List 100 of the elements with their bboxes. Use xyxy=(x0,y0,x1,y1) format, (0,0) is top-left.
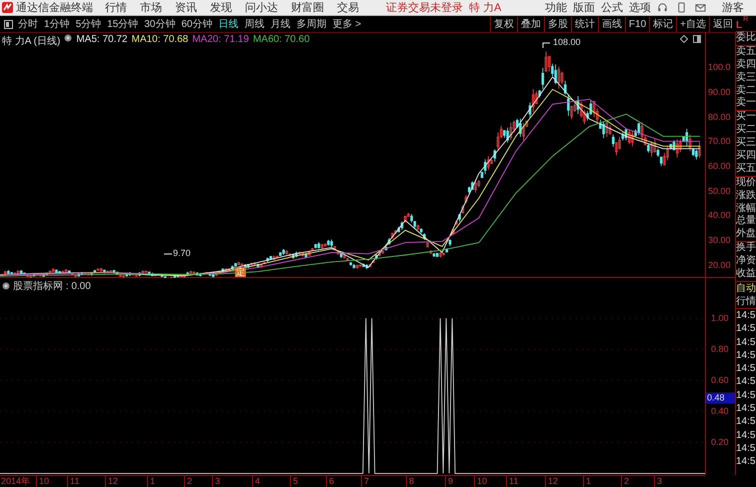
trade-time: 14:5 xyxy=(736,402,756,416)
tool-button[interactable]: 画线 xyxy=(598,16,625,32)
indicator-title: 股票指标网 : 0.00 xyxy=(13,280,91,293)
period-tab[interactable]: 分时 xyxy=(18,17,38,31)
price-low-label: 9.70 xyxy=(173,248,191,258)
indicator-axis-label: 0.20 xyxy=(711,437,729,448)
menu-item[interactable]: 公式 xyxy=(601,0,623,15)
price-axis-label: 70.00 xyxy=(708,136,731,146)
quote-label: 卖四 xyxy=(736,58,756,72)
ma-value: MA60: 70.60 xyxy=(252,34,310,47)
period-tab[interactable]: 周线 xyxy=(244,17,264,31)
menu-item[interactable]: 选项 xyxy=(629,0,651,15)
quote-label: 买四 xyxy=(736,150,756,163)
menu-item[interactable]: 问小达 xyxy=(245,0,278,15)
quote-label: 卖五 xyxy=(736,46,756,58)
time-axis-label: 12 xyxy=(545,476,558,487)
quote-label: 现价 xyxy=(736,176,756,190)
time-axis-label: 4 xyxy=(252,476,260,487)
indicator-axis-label: 0.80 xyxy=(711,344,729,354)
tool-button[interactable]: 复权 xyxy=(490,16,517,32)
quote-label: 买三 xyxy=(736,137,756,150)
time-axis-label: 11 xyxy=(506,476,518,487)
menu-item[interactable]: 资讯 xyxy=(175,0,197,15)
indicator-axis-label: 1.00 xyxy=(711,313,729,324)
quote-label: 换手 xyxy=(736,242,756,255)
price-axis-label: 40.00 xyxy=(708,210,731,220)
indicator-axis-label: 0.40 xyxy=(711,406,729,416)
ma-value: MA10: 70.68 xyxy=(132,34,188,47)
menu-item[interactable]: 交易 xyxy=(337,0,359,15)
chart-title: 特 力A (日线) xyxy=(2,34,60,48)
quote-label: 卖一 xyxy=(736,97,756,110)
trade-time: 14:5 xyxy=(736,375,756,389)
quote-label: 买一 xyxy=(736,111,756,124)
diamond-icon[interactable] xyxy=(680,35,688,43)
time-axis-label: 10 xyxy=(474,476,488,487)
user-label[interactable]: 游客 xyxy=(722,0,744,15)
target-icon xyxy=(64,34,72,42)
time-axis-label: 1 xyxy=(583,476,592,487)
time-axis-label: 12 xyxy=(105,476,118,487)
cursor-value-label: 0.48 xyxy=(706,392,735,404)
price-high-label: 108.00 xyxy=(553,37,581,47)
trade-time: 14:5 xyxy=(736,388,756,402)
time-axis-label: 2014年 xyxy=(0,476,30,487)
quote-label: 收益 xyxy=(736,268,756,281)
ma-value: MA20: 71.19 xyxy=(192,34,249,47)
trade-time: 14:5 xyxy=(736,322,756,336)
quote-label: 涨跌 xyxy=(736,190,756,202)
tool-button[interactable]: 统计 xyxy=(570,16,598,32)
time-axis-label: 10 xyxy=(36,476,50,487)
period-tab[interactable]: 30分钟 xyxy=(144,17,176,31)
tool-button[interactable]: 多股 xyxy=(544,16,571,32)
target-icon xyxy=(2,282,10,290)
time-axis-label: 2 xyxy=(184,476,192,487)
trade-time: 14:5 xyxy=(736,348,756,362)
period-tab[interactable]: 5分钟 xyxy=(76,17,102,31)
time-axis-label: 1 xyxy=(147,476,156,487)
tool-button[interactable]: +自选 xyxy=(676,16,709,32)
period-tab[interactable]: 15分钟 xyxy=(107,17,138,31)
app-title: 通达信金融终端 xyxy=(16,0,93,15)
headset-icon[interactable] xyxy=(657,2,668,13)
price-axis-label: 50.00 xyxy=(708,186,731,196)
trade-time: 14:5 xyxy=(736,428,756,442)
menu-item[interactable]: 市场 xyxy=(140,0,162,15)
trade-time: 14:5 xyxy=(736,455,756,468)
period-tab[interactable]: 更多 > xyxy=(332,17,362,31)
menu-item[interactable]: 行情 xyxy=(105,0,127,15)
period-tab[interactable]: 多周期 xyxy=(296,17,326,31)
quote-label: 总量 xyxy=(736,215,756,228)
phone-icon[interactable] xyxy=(676,2,687,13)
trade-time: 14:5 xyxy=(736,336,756,349)
time-axis-label: 7 xyxy=(361,476,370,487)
quote-label: 买五 xyxy=(736,162,756,176)
price-axis-label: 60.00 xyxy=(708,161,731,171)
mail-icon[interactable] xyxy=(695,2,706,13)
price-axis-label: 100.0 xyxy=(708,62,731,72)
menu-item[interactable]: 财富圈 xyxy=(291,0,324,15)
indicator-axis-label: 0.60 xyxy=(711,375,729,386)
menu-item[interactable]: 版面 xyxy=(573,0,595,15)
period-tab[interactable]: 60分钟 xyxy=(181,17,212,31)
section-label: 行情 xyxy=(736,294,756,309)
leader-line xyxy=(542,42,550,48)
time-axis-label: 5 xyxy=(290,476,298,487)
login-status[interactable]: 证券交易未登录 xyxy=(386,0,463,15)
panel-toggle-icon[interactable] xyxy=(4,20,13,28)
trade-time: 14:5 xyxy=(736,415,756,429)
mode-label[interactable]: 自动 xyxy=(736,282,756,295)
menu-item[interactable]: 发现 xyxy=(210,0,232,15)
period-tab[interactable]: 1分钟 xyxy=(44,17,70,31)
panel-toggle-icon[interactable] xyxy=(693,35,701,43)
time-axis-label: 2 xyxy=(621,476,630,487)
price-axis-label: 30.00 xyxy=(708,235,731,246)
panel-header-label[interactable]: L xyxy=(736,20,742,31)
menu-item[interactable]: 功能 xyxy=(545,0,567,15)
quote-label: 买二 xyxy=(736,124,756,137)
trade-time: 14:5 xyxy=(736,308,756,322)
period-tab[interactable]: 日线 xyxy=(218,17,238,31)
quote-label: 涨幅 xyxy=(736,202,756,214)
quote-label: 净资 xyxy=(736,255,756,268)
period-tab[interactable]: 月线 xyxy=(270,17,290,31)
quote-label: 外盘 xyxy=(736,228,756,242)
